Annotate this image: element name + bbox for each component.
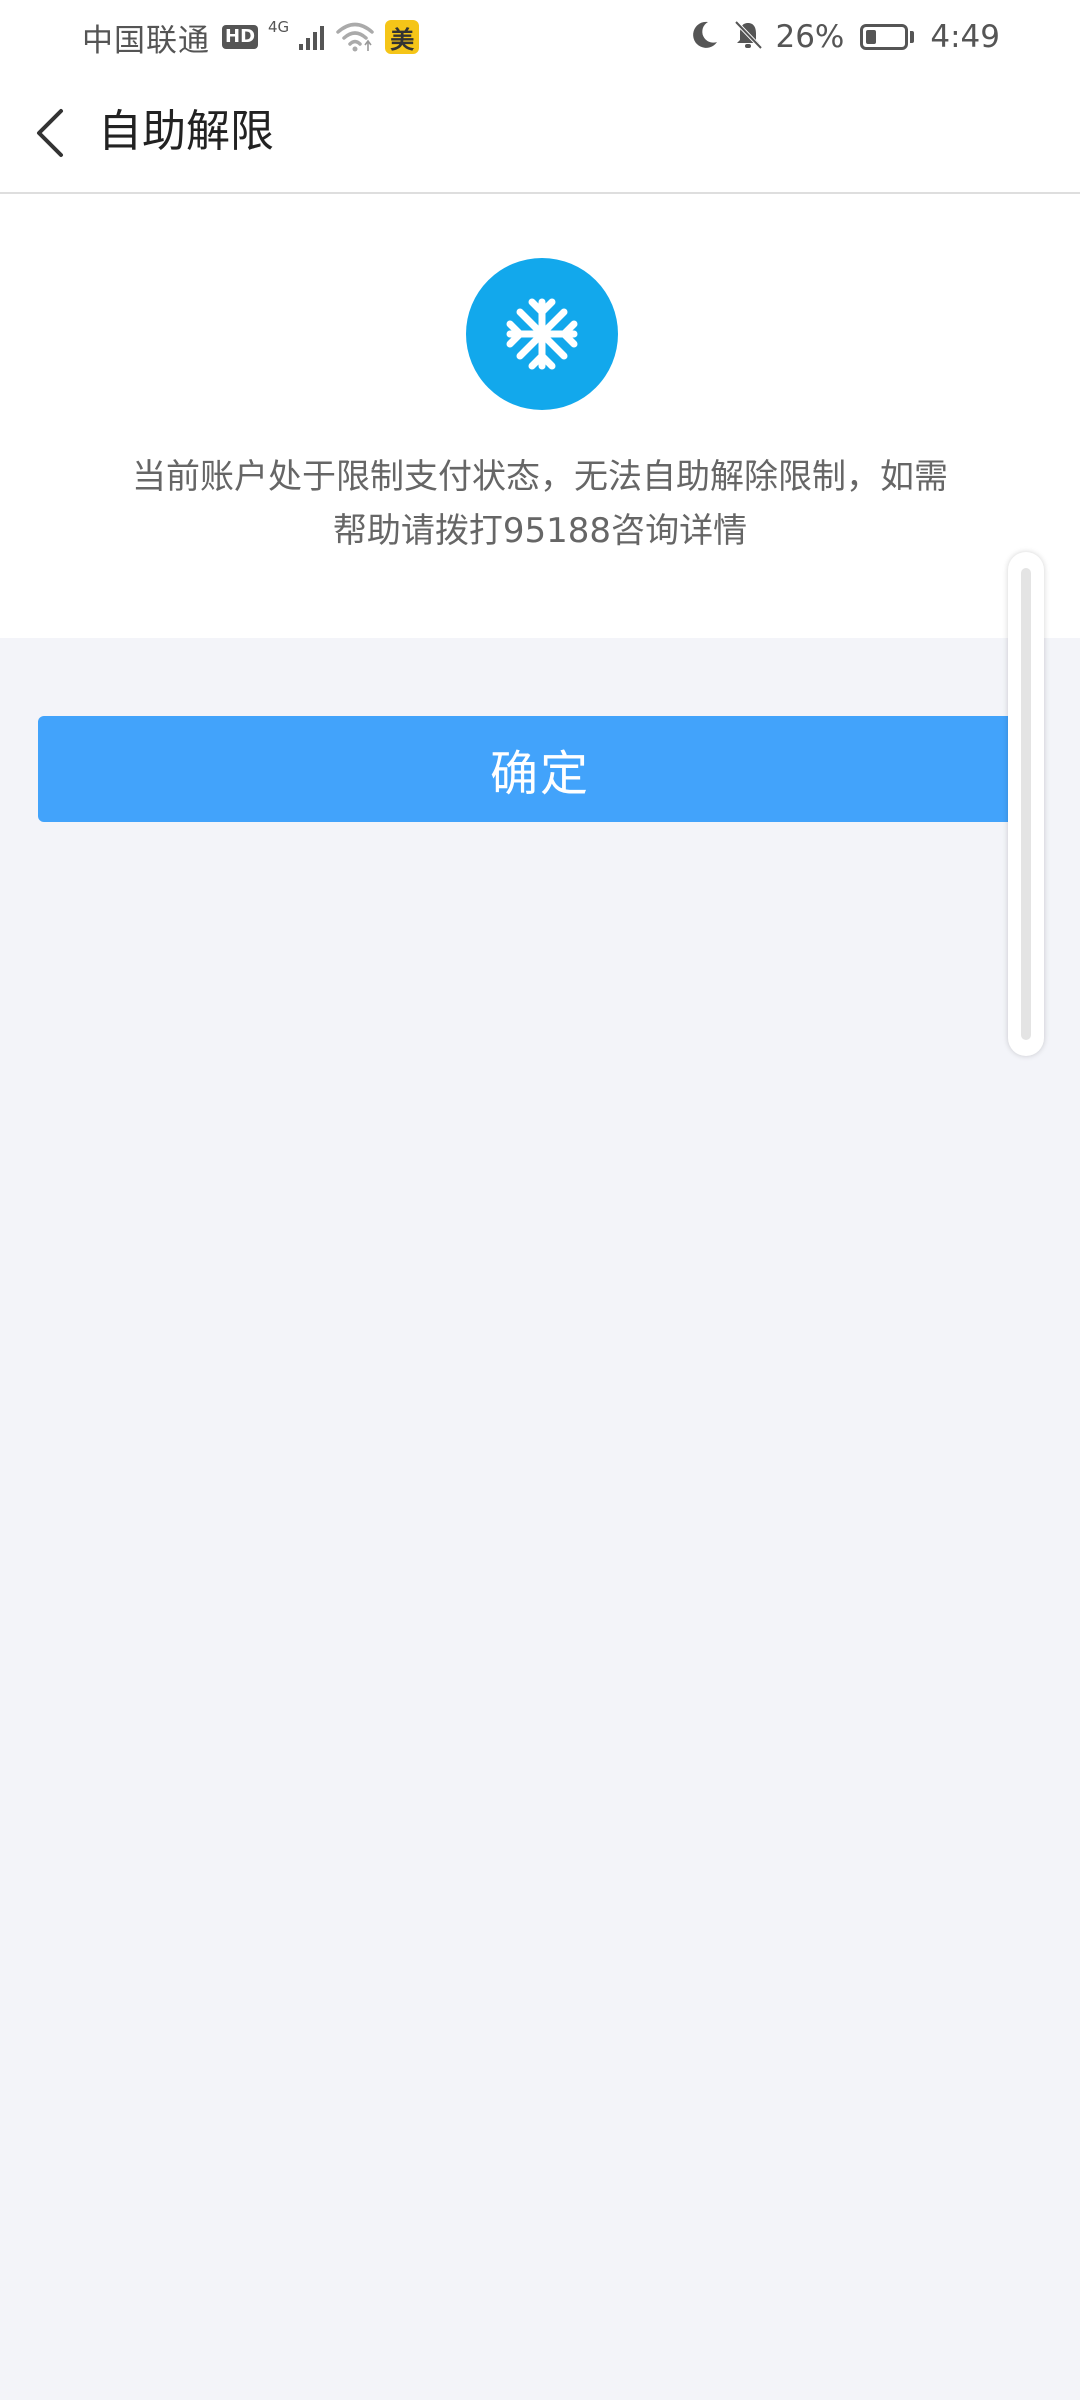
snowflake-icon [466,258,618,410]
page-title: 自助解限 [98,106,274,157]
scrollbar[interactable] [1008,552,1044,1056]
nav-bar: 自助解限 [0,74,1080,194]
info-panel: 当前账户处于限制支付状态，无法自助解除限制，如需 帮助请拨打95188咨询详情 [0,194,1080,638]
status-bar-left: 中国联通 HD 4G 美 [82,14,420,60]
network-type: 4G [268,18,290,36]
clock: 4:49 [930,19,1000,55]
battery-icon [860,24,915,50]
status-bar-right: 26% 4:49 [687,14,1000,60]
wifi-icon [335,21,375,53]
message-line-2: 帮助请拨打95188咨询详情 [332,511,748,551]
carrier-name: 中国联通 [82,22,210,59]
moon-icon [687,18,721,56]
bell-muted-icon [731,18,765,56]
signal-icon [297,22,327,52]
back-button[interactable] [20,98,80,168]
message-line-1: 当前账户处于限制支付状态，无法自助解除限制，如需 [132,457,948,497]
hd-badge: HD [222,25,259,49]
chevron-left-icon [37,109,63,157]
restriction-message: 当前账户处于限制支付状态，无法自助解除限制，如需 帮助请拨打95188咨询详情 [100,450,980,558]
confirm-button[interactable]: 确定 [38,716,1042,822]
scroll-thumb[interactable] [1021,568,1031,1040]
status-bar: 中国联通 HD 4G 美 26% 4:49 [0,0,1080,74]
meituan-badge-icon: 美 [385,20,420,54]
battery-percent: 26% [775,19,845,55]
